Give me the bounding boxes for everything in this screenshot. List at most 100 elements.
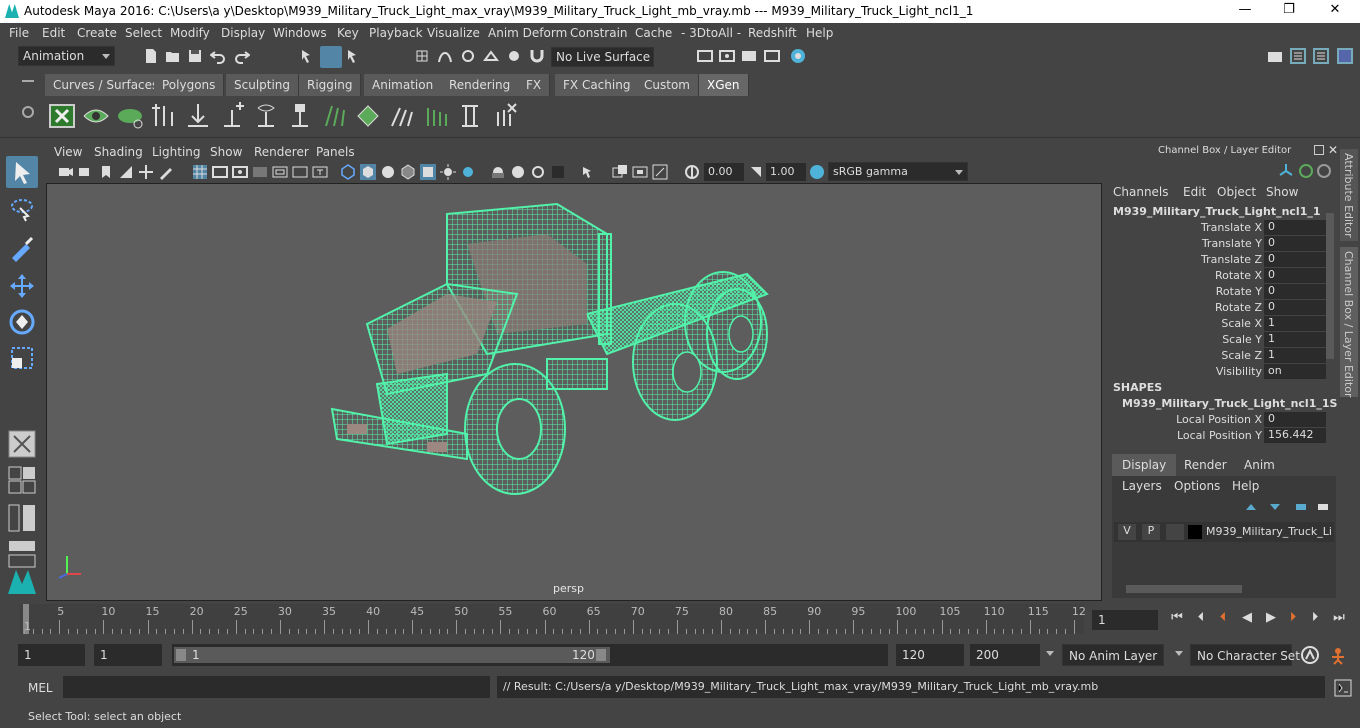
gate-mask-icon[interactable]	[252, 164, 268, 180]
layer-name[interactable]: M939_Military_Truck_Ligl	[1206, 525, 1332, 538]
select-tool-button[interactable]	[6, 156, 38, 188]
anim-layer-dropdown[interactable]: No Anim Layer	[1062, 644, 1164, 666]
move-tool-icon[interactable]	[6, 270, 38, 302]
animation-preferences-icon[interactable]	[1328, 645, 1348, 665]
shelf-menu-icon[interactable]	[22, 80, 34, 82]
resolution-gate-icon[interactable]	[232, 164, 248, 180]
menu-file[interactable]: File	[9, 26, 29, 40]
attr-translate-x[interactable]: Translate X0	[1110, 220, 1326, 236]
layer-tab-render[interactable]: Render	[1174, 454, 1237, 476]
motion-blur-icon[interactable]	[530, 164, 546, 180]
redo-icon[interactable]	[234, 48, 250, 64]
move-layer-down-icon[interactable]	[1268, 500, 1282, 514]
snap-curve-icon[interactable]	[437, 48, 453, 64]
grid-toggle-icon[interactable]	[192, 164, 208, 180]
rotate-tool-icon[interactable]	[6, 306, 38, 338]
panel-menu-panels[interactable]: Panels	[316, 145, 355, 159]
attr-scale-y[interactable]: Scale Y1	[1110, 332, 1326, 348]
tab-curves-surfaces[interactable]: Curves / Surfaces	[45, 74, 168, 96]
auto-key-icon[interactable]	[1300, 645, 1320, 665]
panel-menu-lighting[interactable]: Lighting	[152, 145, 201, 159]
attr-local-position-y[interactable]: Local Position Y 156.442	[1110, 428, 1326, 444]
menu-constrain[interactable]: Constrain	[570, 26, 628, 40]
attr-rotate-z[interactable]: Rotate Z0	[1110, 300, 1326, 316]
hypershade-icon[interactable]	[790, 48, 806, 64]
layer-playback-toggle[interactable]: P	[1142, 524, 1160, 540]
grease-pencil-icon[interactable]	[158, 164, 174, 180]
command-language-label[interactable]: MEL	[28, 681, 53, 695]
gamma-icon[interactable]	[748, 164, 764, 180]
attr-translate-y[interactable]: Translate Y0	[1110, 236, 1326, 252]
image-plane-icon[interactable]	[118, 164, 134, 180]
minimize-button[interactable]: —	[1230, 2, 1260, 20]
xgen-place-guide-icon[interactable]	[184, 102, 212, 130]
menu-help[interactable]: Help	[806, 26, 833, 40]
select-object-mode-button[interactable]	[320, 46, 342, 68]
layer-menu-help[interactable]: Help	[1232, 479, 1259, 493]
selected-object-name[interactable]: M939_Military_Truck_Light_ncl1_1	[1113, 205, 1321, 218]
attr-rotate-x[interactable]: Rotate X0	[1110, 268, 1326, 284]
tab-custom[interactable]: Custom	[636, 74, 699, 96]
go-to-start-icon[interactable]: ⏮	[1168, 610, 1186, 628]
menu-windows[interactable]: Windows	[273, 26, 327, 40]
select-hierarchy-icon[interactable]	[300, 48, 316, 64]
new-layer-selected-icon[interactable]	[1316, 500, 1330, 514]
colorspace-dropdown[interactable]: sRGB gamma	[828, 162, 968, 181]
close-button[interactable]: ✕	[1320, 2, 1350, 20]
xgen-noise-icon[interactable]	[388, 102, 416, 130]
camera-attributes-icon[interactable]	[78, 164, 94, 180]
tab-rendering[interactable]: Rendering	[441, 74, 520, 96]
exposure-icon[interactable]	[684, 164, 700, 180]
channel-key-icon[interactable]	[1316, 163, 1332, 179]
render-view-icon[interactable]	[764, 48, 780, 64]
menu-set-dropdown[interactable]: Animation	[18, 46, 115, 66]
chevron-down-icon[interactable]	[1175, 651, 1183, 656]
outliner-layout-icon[interactable]	[6, 502, 38, 534]
select-camera-icon[interactable]	[580, 164, 596, 180]
wireframe-shading-icon[interactable]	[340, 164, 356, 180]
menu-visualize[interactable]: Visualize	[427, 26, 480, 40]
menu-select[interactable]: Select	[125, 26, 162, 40]
single-perspective-layout-icon[interactable]	[6, 428, 38, 460]
workspace-icon[interactable]	[1267, 48, 1283, 64]
attr-rotate-y[interactable]: Rotate Y0	[1110, 284, 1326, 300]
gamma-field[interactable]: 1.00	[766, 163, 806, 181]
command-input[interactable]	[63, 676, 490, 698]
frame-all-icon[interactable]	[632, 164, 648, 180]
safe-action-icon[interactable]	[292, 164, 308, 180]
layer-visibility-toggle[interactable]: V	[1118, 524, 1136, 540]
xgen-leaf-icon[interactable]	[116, 102, 144, 130]
layer-menu-layers[interactable]: Layers	[1122, 479, 1162, 493]
snap-live-icon[interactable]	[506, 48, 522, 64]
color-management-icon[interactable]	[809, 164, 825, 180]
menu-3dtoall[interactable]: - 3DtoAll -	[681, 26, 741, 40]
attr-local-position-x[interactable]: Local Position X0	[1110, 412, 1326, 428]
chevron-down-icon[interactable]	[1046, 651, 1054, 656]
new-layer-icon[interactable]	[1294, 500, 1308, 514]
xgen-guide-eye-icon[interactable]	[252, 102, 280, 130]
panel-menu-show[interactable]: Show	[210, 145, 242, 159]
open-scene-icon[interactable]	[165, 48, 181, 64]
layer-row[interactable]: V P M939_Military_Truck_Ligl	[1114, 522, 1334, 542]
tab-xgen[interactable]: XGen	[699, 74, 749, 96]
layer-menu-options[interactable]: Options	[1174, 479, 1220, 493]
tab-attribute-editor[interactable]: Attribute Editor	[1340, 149, 1358, 241]
xgen-delete-guide-icon[interactable]	[490, 102, 518, 130]
shadows-icon[interactable]	[460, 164, 476, 180]
attr-scale-x[interactable]: Scale X1	[1110, 316, 1326, 332]
attr-visibility[interactable]: Visibility on	[1110, 364, 1326, 380]
character-set-dropdown[interactable]: No Character Set	[1190, 644, 1300, 666]
cb-menu-object[interactable]: Object	[1217, 185, 1256, 199]
four-view-layout-icon[interactable]	[6, 464, 38, 496]
tab-sculpting[interactable]: Sculpting	[226, 74, 300, 96]
anti-aliasing-icon[interactable]	[550, 164, 566, 180]
truck-wireframe-model[interactable]	[47, 184, 1102, 601]
layer-color-swatch[interactable]	[1188, 525, 1202, 539]
live-surface-field[interactable]: No Live Surface	[551, 47, 654, 67]
attr-scale-z[interactable]: Scale Z1	[1110, 348, 1326, 364]
render-frame-icon[interactable]	[719, 48, 735, 64]
current-frame-field[interactable]: 1	[1092, 610, 1158, 630]
range-start-handle[interactable]	[176, 649, 186, 661]
snap-view-plane-icon[interactable]	[483, 48, 499, 64]
shape-node-name[interactable]: M939_Military_Truck_Light_ncl1_1Sh...	[1122, 397, 1358, 410]
